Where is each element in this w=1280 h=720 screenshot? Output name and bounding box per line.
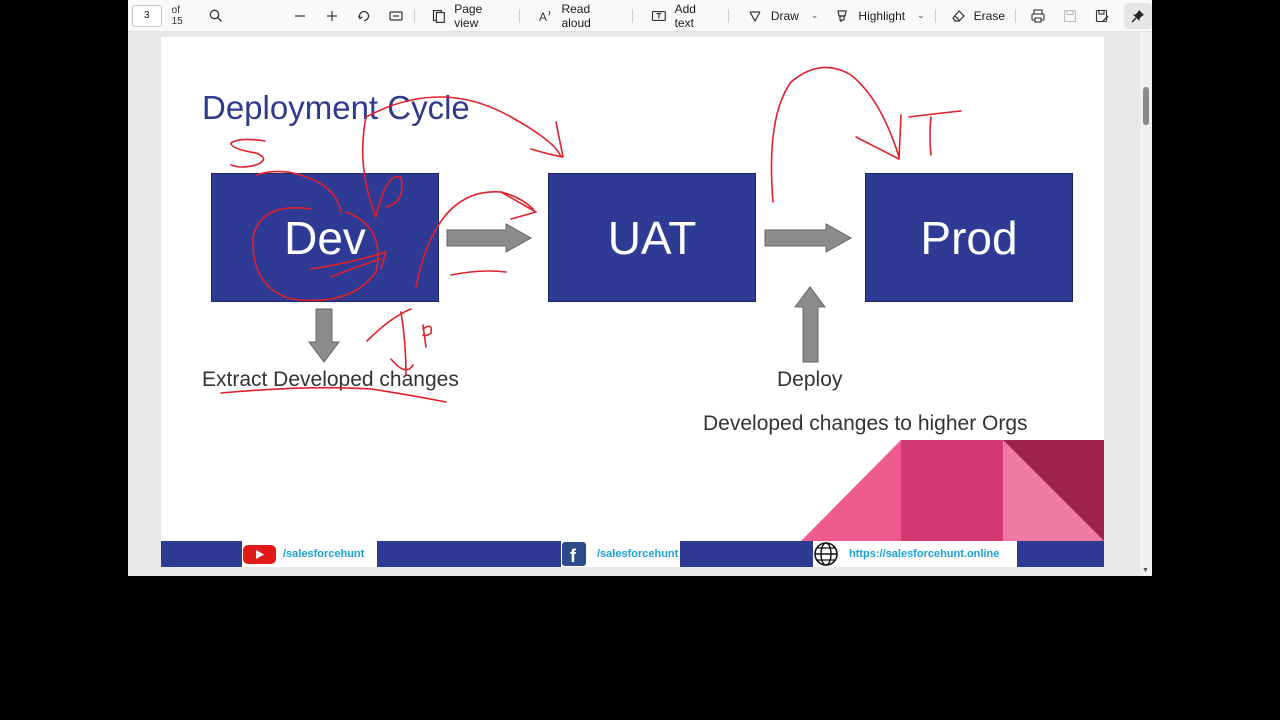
erase-button[interactable]: Erase (944, 3, 1011, 29)
find-button[interactable] (202, 3, 230, 29)
minus-icon (294, 14, 305, 17)
read-aloud-icon: A (539, 9, 550, 23)
facebook-handle: /salesforcehunt (597, 548, 679, 560)
chevron-down-icon[interactable]: ⌄ (917, 10, 925, 21)
save-as-button[interactable] (1088, 3, 1116, 29)
page-view-button[interactable]: Page view (425, 1, 515, 30)
svg-text:f: f (570, 546, 577, 566)
save-icon (1063, 9, 1077, 22)
scrollbar-thumb[interactable] (1143, 87, 1149, 125)
search-icon (209, 9, 222, 22)
facebook-icon: f (562, 542, 586, 566)
read-aloud-button[interactable]: A Read aloud (532, 1, 628, 30)
toolbar-divider (1015, 8, 1016, 23)
viewer-toolbar: 3 of 15 Page view A Read aloud Add text … (128, 0, 1152, 32)
zoom-in-button[interactable] (318, 3, 346, 29)
website-link[interactable]: https://salesforcehunt.online (813, 541, 1017, 567)
eraser-icon (951, 9, 965, 22)
toolbar-divider (934, 8, 936, 23)
facebook-link[interactable]: f /salesforcehunt (561, 541, 680, 567)
youtube-handle: /salesforcehunt (283, 548, 365, 560)
pdf-viewer: 3 of 15 Page view A Read aloud Add text … (128, 0, 1152, 576)
app: 3 of 15 Page view A Read aloud Add text … (0, 0, 1280, 720)
pin-toolbar-button[interactable] (1123, 2, 1152, 29)
highlight-label: Highlight (858, 8, 906, 23)
highlight-button[interactable]: Highlight ⌄ (828, 3, 930, 29)
vertical-scrollbar[interactable]: ▼ (1140, 32, 1152, 576)
fit-page-button[interactable] (382, 3, 410, 29)
page-count: of 15 (171, 4, 183, 27)
save-button[interactable] (1056, 3, 1084, 29)
pdf-page: Deployment Cycle Dev UAT Prod Extract De… (161, 37, 1104, 567)
draw-button[interactable]: Draw ⌄ (741, 3, 825, 29)
pen-icon (749, 10, 761, 22)
svg-text:A: A (539, 9, 547, 23)
toolbar-divider (727, 8, 729, 23)
pin-icon (1131, 9, 1144, 22)
add-text-label: Add text (674, 1, 696, 30)
toolbar-divider (413, 8, 415, 23)
chevron-down-icon[interactable]: ⌄ (811, 10, 819, 21)
draw-label: Draw (770, 8, 799, 23)
toolbar-divider (631, 8, 633, 23)
rotate-icon (357, 10, 369, 21)
rotate-button[interactable] (350, 3, 378, 29)
print-icon (1031, 8, 1045, 23)
save-as-icon (1095, 9, 1109, 22)
add-text-button[interactable]: Add text (645, 1, 724, 30)
page-number-input[interactable]: 3 (132, 4, 162, 27)
toolbar-divider (518, 8, 520, 23)
youtube-icon (243, 545, 276, 564)
plus-icon (326, 10, 337, 21)
globe-icon (814, 542, 838, 566)
youtube-link[interactable]: /salesforcehunt (242, 541, 377, 567)
decorative-triangles (801, 440, 1104, 541)
page-view-icon (432, 9, 445, 23)
scroll-down-arrow-icon[interactable]: ▼ (1142, 567, 1149, 574)
zoom-out-button[interactable] (286, 3, 314, 29)
add-text-icon (651, 10, 666, 21)
website-url: https://salesforcehunt.online (849, 548, 1000, 560)
fit-page-icon (388, 10, 403, 21)
page-view-label: Page view (454, 1, 483, 30)
erase-label: Erase (973, 8, 1005, 23)
print-button[interactable] (1024, 3, 1052, 29)
read-aloud-label: Read aloud (561, 1, 591, 30)
highlighter-icon (837, 9, 848, 22)
